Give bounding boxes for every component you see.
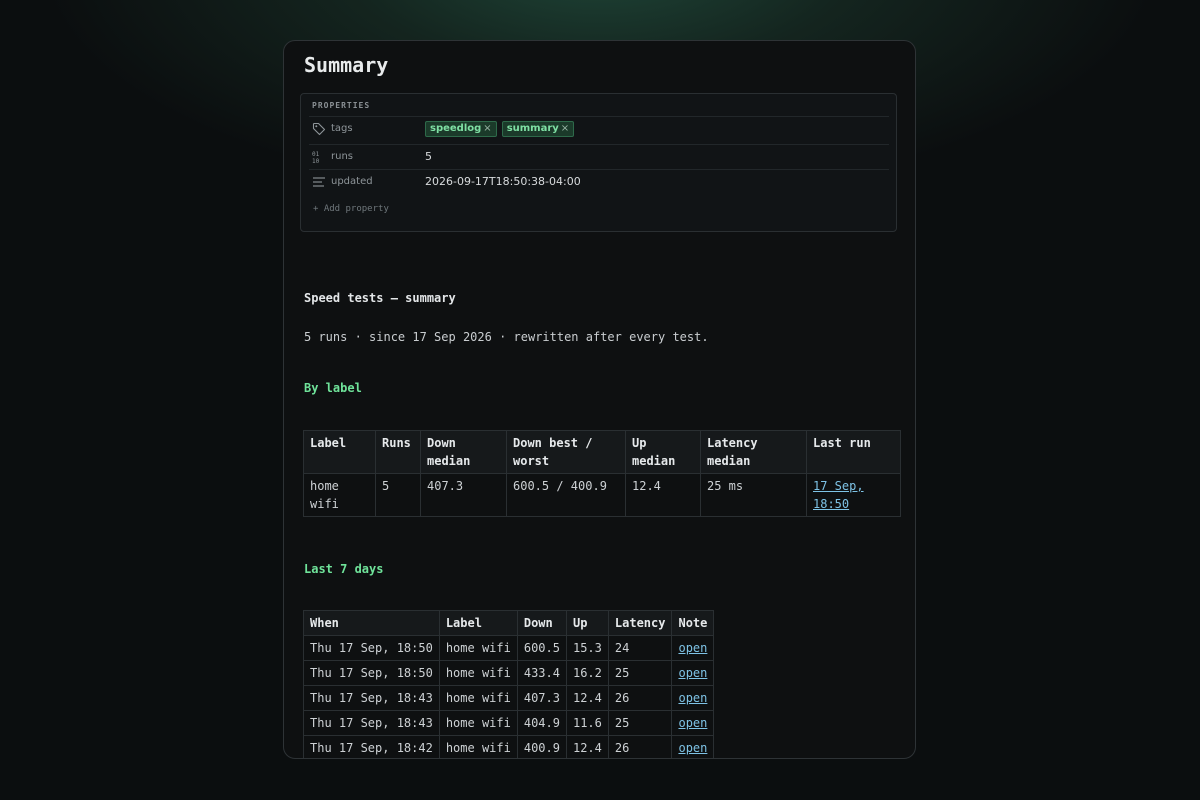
property-value-updated[interactable]: 2026-09-17T18:50:38-04:00 bbox=[425, 175, 581, 188]
cell-down-median: 407.3 bbox=[420, 473, 507, 517]
cell-label: home wifi bbox=[303, 473, 376, 517]
column-header: Last run bbox=[806, 430, 901, 474]
cell-down: 600.5 bbox=[516, 635, 567, 661]
column-header: Up median bbox=[625, 430, 701, 474]
open-note-link[interactable]: open bbox=[678, 641, 707, 655]
tag-summary[interactable]: summary × bbox=[501, 121, 575, 137]
cell-runs: 5 bbox=[375, 473, 421, 517]
column-header: When bbox=[303, 610, 440, 636]
cell-label: home wifi bbox=[438, 710, 518, 736]
cell-when: Thu 17 Sep, 18:50 bbox=[303, 635, 440, 661]
open-note-link[interactable]: open bbox=[678, 666, 707, 680]
cell-up: 12.4 bbox=[565, 685, 609, 711]
tag-icon bbox=[312, 122, 326, 136]
table-row: Thu 17 Sep, 18:42 home wifi 400.9 12.4 2… bbox=[303, 735, 715, 758]
column-header: Down median bbox=[420, 430, 507, 474]
column-header: Up bbox=[565, 610, 609, 636]
last-7-days-table: When Label Down Up Latency Note Thu 17 S… bbox=[303, 610, 715, 758]
cell-note: open bbox=[671, 710, 715, 736]
column-header: Down best / worst bbox=[506, 430, 626, 474]
cell-label: home wifi bbox=[438, 735, 518, 758]
table-row: Thu 17 Sep, 18:43 home wifi 404.9 11.6 2… bbox=[303, 710, 715, 736]
property-key-runs: runs bbox=[331, 151, 353, 162]
column-header: Note bbox=[671, 610, 715, 636]
page-title: Summary bbox=[304, 53, 389, 77]
cell-down: 433.4 bbox=[516, 660, 567, 686]
cell-latency: 25 bbox=[607, 710, 673, 736]
remove-tag-icon[interactable]: × bbox=[483, 123, 491, 134]
cell-last-run: 17 Sep, 18:50 bbox=[806, 473, 901, 517]
column-header: Latency median bbox=[700, 430, 807, 474]
svg-text:01: 01 bbox=[312, 151, 320, 158]
properties-heading: PROPERTIES bbox=[312, 101, 371, 110]
table-header-row: When Label Down Up Latency Note bbox=[303, 610, 715, 636]
tag-label: summary bbox=[506, 123, 559, 134]
summary-text: 5 runs · since 17 Sep 2026 · rewritten a… bbox=[304, 330, 709, 344]
cell-label: home wifi bbox=[438, 660, 518, 686]
column-header: Label bbox=[438, 610, 518, 636]
tag-label: speedlog bbox=[430, 123, 482, 134]
open-note-link[interactable]: open bbox=[678, 741, 707, 755]
cell-note: open bbox=[671, 635, 715, 661]
add-property-button[interactable]: + Add property bbox=[313, 204, 389, 214]
property-row-updated: updated 2026-09-17T18:50:38-04:00 bbox=[309, 169, 889, 194]
cell-label: home wifi bbox=[438, 685, 518, 711]
cell-down: 400.9 bbox=[516, 735, 567, 758]
open-note-link[interactable]: open bbox=[678, 716, 707, 730]
table-row: Thu 17 Sep, 18:43 home wifi 407.3 12.4 2… bbox=[303, 685, 715, 711]
property-row-runs: 01 10 runs 5 bbox=[309, 144, 889, 169]
heading-last-7-days: Last 7 days bbox=[304, 562, 384, 576]
cell-latency: 26 bbox=[607, 735, 673, 758]
open-note-link[interactable]: open bbox=[678, 691, 707, 705]
cell-latency-median: 25 ms bbox=[700, 473, 807, 517]
table-header-row: Label Runs Down median Down best / worst… bbox=[303, 430, 901, 474]
cell-note: open bbox=[671, 685, 715, 711]
tag-speedlog[interactable]: speedlog × bbox=[425, 121, 497, 137]
table-row: home wifi 5 407.3 600.5 / 400.9 12.4 25 … bbox=[303, 473, 901, 517]
cell-latency: 24 bbox=[607, 635, 673, 661]
cell-when: Thu 17 Sep, 18:50 bbox=[303, 660, 440, 686]
table-row: Thu 17 Sep, 18:50 home wifi 433.4 16.2 2… bbox=[303, 660, 715, 686]
remove-tag-icon[interactable]: × bbox=[561, 123, 569, 134]
property-key-tags: tags bbox=[331, 123, 353, 134]
properties-panel: PROPERTIES tags speedlog × summary × 01 10 … bbox=[300, 93, 897, 232]
cell-note: open bbox=[671, 735, 715, 758]
cell-when: Thu 17 Sep, 18:42 bbox=[303, 735, 440, 758]
number-icon: 01 10 bbox=[312, 151, 320, 164]
table-row: Thu 17 Sep, 18:50 home wifi 600.5 15.3 2… bbox=[303, 635, 715, 661]
column-header: Runs bbox=[375, 430, 421, 474]
cell-up: 15.3 bbox=[565, 635, 609, 661]
column-header: Label bbox=[303, 430, 376, 474]
by-label-table: Label Runs Down median Down best / worst… bbox=[303, 430, 901, 517]
cell-up-median: 12.4 bbox=[625, 473, 701, 517]
property-value-runs[interactable]: 5 bbox=[425, 150, 432, 163]
text-lines-icon bbox=[313, 177, 325, 187]
note-panel: Summary PROPERTIES tags speedlog × summary… bbox=[283, 40, 916, 759]
heading-by-label: By label bbox=[304, 381, 362, 395]
cell-label: home wifi bbox=[438, 635, 518, 661]
column-header: Down bbox=[516, 610, 567, 636]
cell-when: Thu 17 Sep, 18:43 bbox=[303, 710, 440, 736]
cell-note: open bbox=[671, 660, 715, 686]
property-key-updated: updated bbox=[331, 176, 373, 187]
cell-up: 12.4 bbox=[565, 735, 609, 758]
section-heading-speed-tests: Speed tests — summary bbox=[304, 291, 456, 305]
property-row-tags: tags speedlog × summary × bbox=[309, 116, 889, 141]
column-header: Latency bbox=[607, 610, 673, 636]
cell-up: 16.2 bbox=[565, 660, 609, 686]
cell-when: Thu 17 Sep, 18:43 bbox=[303, 685, 440, 711]
tags-value[interactable]: speedlog × summary × bbox=[425, 121, 579, 137]
cell-down: 404.9 bbox=[516, 710, 567, 736]
cell-down: 407.3 bbox=[516, 685, 567, 711]
last-run-link[interactable]: 17 Sep, 18:50 bbox=[813, 479, 864, 511]
svg-text:10: 10 bbox=[312, 158, 320, 164]
cell-down-best-worst: 600.5 / 400.9 bbox=[506, 473, 626, 517]
cell-up: 11.6 bbox=[565, 710, 609, 736]
cell-latency: 26 bbox=[607, 685, 673, 711]
cell-latency: 25 bbox=[607, 660, 673, 686]
